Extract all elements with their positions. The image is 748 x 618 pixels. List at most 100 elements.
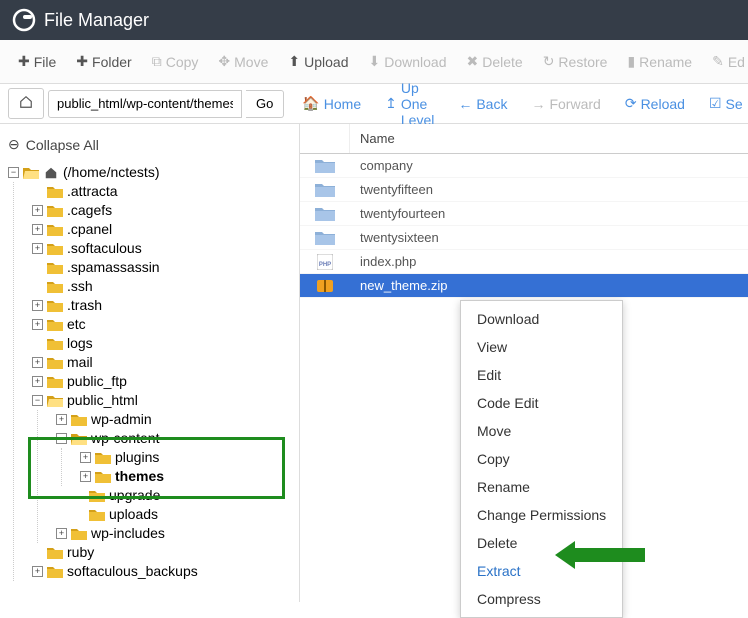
tree-item-label: (/home/nctests) xyxy=(63,164,159,181)
tree-toggle[interactable]: − xyxy=(32,395,43,406)
file-row[interactable]: twentyfourteen xyxy=(300,202,748,226)
tree-item-label: themes xyxy=(115,468,164,485)
file-row[interactable]: PHPindex.php xyxy=(300,250,748,274)
tree-root-item[interactable]: − (/home/nctests) xyxy=(8,163,291,182)
context-menu-edit[interactable]: Edit xyxy=(461,361,622,389)
tree-item--spamassassin[interactable]: .spamassassin xyxy=(32,258,291,277)
tree-item-themes[interactable]: + themes xyxy=(80,467,291,486)
tree-item-label: .ssh xyxy=(67,278,93,295)
tree-item-softaculous-backups[interactable]: +softaculous_backups xyxy=(32,562,291,581)
tree-toggle[interactable]: − xyxy=(56,433,67,444)
context-menu: DownloadViewEditCode EditMoveCopyRenameC… xyxy=(460,300,623,618)
file-icon xyxy=(300,206,350,222)
folder-button[interactable]: ✚Folder xyxy=(66,47,141,76)
tree-item-wp-admin[interactable]: +wp-admin xyxy=(56,410,291,429)
folder-icon xyxy=(71,413,87,427)
context-menu-change-permissions[interactable]: Change Permissions xyxy=(461,501,622,529)
context-menu-copy[interactable]: Copy xyxy=(461,445,622,473)
tree-item-public-html[interactable]: −public_html xyxy=(32,391,291,410)
context-menu-view[interactable]: View xyxy=(461,333,622,361)
folder-icon xyxy=(47,318,63,332)
back-icon: ← xyxy=(458,96,472,112)
tree-toggle[interactable]: − xyxy=(8,167,19,178)
tree-item-etc[interactable]: +etc xyxy=(32,315,291,334)
folder-icon xyxy=(71,527,87,541)
download-icon: ⬇ xyxy=(368,53,380,70)
tree-toggle[interactable]: + xyxy=(80,471,91,482)
copy-button[interactable]: ⧉Copy xyxy=(142,47,209,76)
tree-item--cpanel[interactable]: +.cpanel xyxy=(32,220,291,239)
plus-icon: ✚ xyxy=(76,53,88,70)
tree-item-label: plugins xyxy=(115,449,159,466)
upload-button[interactable]: ⬆Upload xyxy=(278,47,358,76)
file-row[interactable]: twentysixteen xyxy=(300,226,748,250)
tree-item-wp-includes[interactable]: +wp-includes xyxy=(56,524,291,543)
folder-icon xyxy=(47,242,63,256)
folder-icon xyxy=(47,204,63,218)
tree-toggle[interactable]: + xyxy=(32,205,43,216)
file-button[interactable]: ✚File xyxy=(8,47,66,76)
context-menu-delete[interactable]: Delete xyxy=(461,529,622,557)
select-all-link[interactable]: ☑Se xyxy=(699,89,748,118)
file-name: new_theme.zip xyxy=(350,278,457,293)
tree-item-label: .attracta xyxy=(67,183,118,200)
tree-toggle[interactable]: + xyxy=(32,376,43,387)
context-menu-move[interactable]: Move xyxy=(461,417,622,445)
file-row[interactable]: twentyfifteen xyxy=(300,178,748,202)
context-menu-extract[interactable]: Extract xyxy=(461,557,622,585)
tree-item-uploads[interactable]: uploads xyxy=(74,505,291,524)
home-icon xyxy=(19,95,33,109)
tree-item-mail[interactable]: +mail xyxy=(32,353,291,372)
folder-icon xyxy=(47,337,63,351)
back-link[interactable]: ←Back xyxy=(448,90,517,118)
context-menu-rename[interactable]: Rename xyxy=(461,473,622,501)
path-bar: Go 🏠Home ↥Up One Level ←Back →Forward ⟳R… xyxy=(0,84,748,124)
tree-item--ssh[interactable]: .ssh xyxy=(32,277,291,296)
collapse-all-button[interactable]: ⊖ Collapse All xyxy=(8,132,291,163)
go-button[interactable]: Go xyxy=(246,90,284,118)
delete-button[interactable]: ✖Delete xyxy=(456,47,532,76)
tree-toggle[interactable]: + xyxy=(56,528,67,539)
tree-toggle[interactable]: + xyxy=(32,224,43,235)
tree-toggle[interactable]: + xyxy=(32,243,43,254)
home-link[interactable]: 🏠Home xyxy=(292,89,371,118)
delete-icon: ✖ xyxy=(466,53,478,70)
plus-icon: ✚ xyxy=(18,53,30,70)
folder-icon xyxy=(47,185,63,199)
tree-toggle[interactable]: + xyxy=(56,414,67,425)
folder-icon xyxy=(47,565,63,579)
column-icon[interactable] xyxy=(300,124,350,153)
home-icon-button[interactable] xyxy=(8,88,44,119)
restore-button[interactable]: ↻Restore xyxy=(533,47,618,76)
rename-button[interactable]: ▮Rename xyxy=(617,47,702,76)
context-menu-code-edit[interactable]: Code Edit xyxy=(461,389,622,417)
tree-toggle[interactable]: + xyxy=(32,319,43,330)
copy-icon: ⧉ xyxy=(152,53,162,70)
file-row[interactable]: company xyxy=(300,154,748,178)
tree-item--trash[interactable]: +.trash xyxy=(32,296,291,315)
tree-toggle[interactable]: + xyxy=(32,357,43,368)
tree-item--softaculous[interactable]: +.softaculous xyxy=(32,239,291,258)
tree-toggle[interactable]: + xyxy=(80,452,91,463)
reload-link[interactable]: ⟳Reload xyxy=(615,89,695,118)
folder-icon xyxy=(95,451,111,465)
tree-item-ruby[interactable]: ruby xyxy=(32,543,291,562)
tree-item--cagefs[interactable]: +.cagefs xyxy=(32,201,291,220)
tree-item-plugins[interactable]: + plugins xyxy=(80,448,291,467)
context-menu-compress[interactable]: Compress xyxy=(461,585,622,613)
download-button[interactable]: ⬇Download xyxy=(358,47,456,76)
tree-item-upgrade[interactable]: upgrade xyxy=(74,486,291,505)
tree-item--attracta[interactable]: .attracta xyxy=(32,182,291,201)
column-name[interactable]: Name xyxy=(350,131,405,146)
tree-item-logs[interactable]: logs xyxy=(32,334,291,353)
edit-button[interactable]: ✎Ed xyxy=(702,47,748,76)
context-menu-download[interactable]: Download xyxy=(461,305,622,333)
tree-toggle[interactable]: + xyxy=(32,566,43,577)
move-button[interactable]: ✥Move xyxy=(208,47,278,76)
tree-toggle[interactable]: + xyxy=(32,300,43,311)
forward-link[interactable]: →Forward xyxy=(521,90,610,118)
path-input[interactable] xyxy=(48,90,242,118)
tree-item-wp-content[interactable]: −wp-content xyxy=(56,429,291,448)
file-row[interactable]: new_theme.zip xyxy=(300,274,748,298)
tree-item-public-ftp[interactable]: +public_ftp xyxy=(32,372,291,391)
